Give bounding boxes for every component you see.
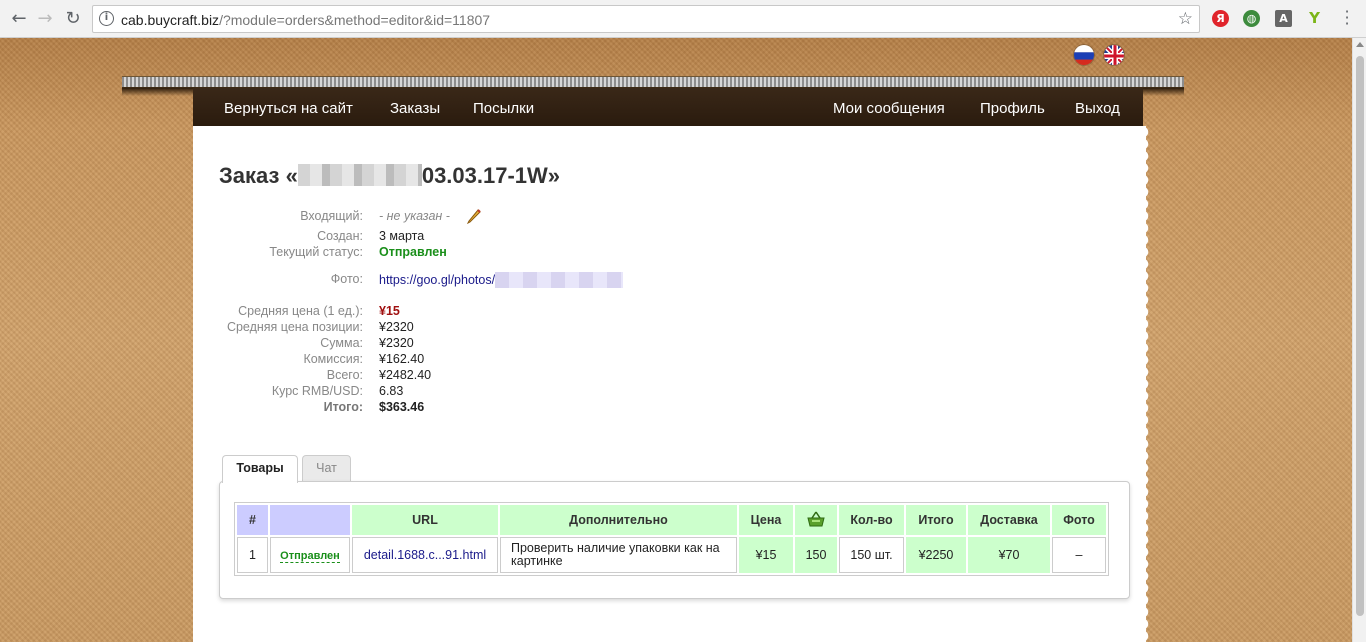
cell-url: detail.1688.c...91.html — [352, 537, 498, 573]
cell-delivery: ¥70 — [968, 537, 1050, 573]
photo-row: Фото: https://goo.gl/photos/ — [190, 272, 690, 288]
status-link[interactable]: Отправлен — [280, 550, 340, 563]
cell-price: ¥15 — [739, 537, 793, 573]
reload-icon[interactable]: ↻ — [62, 8, 84, 30]
header-qty: Кол-во — [839, 505, 904, 535]
scrollbar[interactable] — [1352, 38, 1366, 642]
title-prefix: Заказ « — [219, 163, 298, 188]
nav-back-to-site[interactable]: Вернуться на сайт — [224, 100, 353, 117]
nav-logout[interactable]: Выход — [1075, 100, 1120, 117]
avg-position-value: ¥2320 — [379, 320, 414, 334]
sum-label: Сумма: — [320, 336, 363, 350]
uk-flag-icon[interactable] — [1103, 44, 1125, 66]
header-price: Цена — [739, 505, 793, 535]
translate-extension-icon[interactable]: A — [1275, 10, 1292, 27]
nav-parcels[interactable]: Посылки — [473, 100, 534, 117]
scrollbar-thumb[interactable] — [1356, 56, 1364, 616]
order-items-table: # URL Дополнительно Цена Кол-во Итого До… — [234, 502, 1109, 576]
main-navigation: Вернуться на сайт Заказы Посылки Мои соо… — [193, 88, 1143, 126]
tab-goods[interactable]: Товары — [222, 455, 298, 483]
header-num: # — [237, 505, 268, 535]
info-icon[interactable]: i — [99, 11, 114, 26]
cell-extra: Проверить наличие упаковки как на картин… — [500, 537, 737, 573]
redacted-photo-id — [495, 272, 624, 288]
rate-label: Курс RMB/USD: — [271, 384, 363, 398]
back-arrow-icon[interactable]: ← — [8, 8, 30, 30]
grand-total-row: Итого: $363.46 — [190, 400, 690, 416]
globe-extension-icon[interactable]: ◍ — [1243, 10, 1260, 27]
header-photo: Фото — [1052, 505, 1106, 535]
redacted-order-name — [297, 164, 422, 186]
cell-total: ¥2250 — [906, 537, 966, 573]
total-value: ¥2482.40 — [379, 368, 432, 382]
page-title: Заказ « 03.03.17-1W» — [219, 163, 560, 189]
table-header-row: # URL Дополнительно Цена Кол-во Итого До… — [237, 505, 1106, 535]
zipper-decoration — [122, 76, 1184, 88]
address-url[interactable]: cab.buycraft.biz/?module=orders&method=e… — [121, 12, 490, 28]
header-delivery: Доставка — [968, 505, 1050, 535]
incoming-label: Входящий: — [300, 209, 363, 223]
header-total: Итого — [906, 505, 966, 535]
edit-pencil-icon[interactable] — [466, 208, 482, 224]
nav-orders[interactable]: Заказы — [390, 100, 440, 117]
rate-row: Курс RMB/USD: 6.83 — [190, 384, 690, 400]
avg-position-label: Средняя цена позиции: — [226, 320, 363, 334]
commission-label: Комиссия: — [303, 352, 363, 366]
created-value: 3 марта — [379, 229, 425, 243]
incoming-row: Входящий: - не указан - — [190, 209, 690, 225]
yandex-extension-icon[interactable]: Я — [1212, 10, 1229, 27]
created-label: Создан: — [317, 229, 363, 243]
russian-flag-icon[interactable] — [1073, 44, 1095, 66]
title-suffix: 03.03.17-1W» — [421, 163, 561, 188]
sum-row: Сумма: ¥2320 — [190, 336, 690, 352]
browser-toolbar: ← → ↻ i cab.buycraft.biz/?module=orders&… — [0, 0, 1366, 38]
sum-value: ¥2320 — [379, 336, 414, 350]
table-row: 1 Отправлен detail.1688.c...91.html Пров… — [237, 537, 1106, 573]
nav-profile[interactable]: Профиль — [980, 100, 1045, 117]
bookmark-star-icon[interactable]: ☆ — [1178, 9, 1193, 29]
grand-total-value: $363.46 — [379, 400, 425, 414]
avg-price-label: Средняя цена (1 ед.): — [238, 304, 363, 318]
header-basket — [795, 505, 837, 535]
torn-edge-decoration — [1143, 126, 1157, 642]
total-row: Всего: ¥2482.40 — [190, 368, 690, 384]
leaf-extension-icon[interactable]: Y — [1306, 10, 1323, 27]
browser-menu-icon[interactable]: · · · — [1343, 4, 1351, 32]
cell-photo: – — [1052, 537, 1106, 573]
created-row: Создан: 3 марта — [190, 229, 690, 245]
avg-position-row: Средняя цена позиции: ¥2320 — [190, 320, 690, 336]
nav-messages[interactable]: Мои сообщения — [833, 100, 945, 117]
avg-price-value: ¥15 — [379, 304, 400, 318]
status-label: Текущий статус: — [269, 245, 363, 259]
photo-label: Фото: — [330, 272, 363, 286]
avg-price-row: Средняя цена (1 ед.): ¥15 — [190, 304, 690, 320]
url-host: cab.buycraft.biz — [121, 12, 220, 28]
item-url-link[interactable]: detail.1688.c...91.html — [364, 548, 486, 562]
incoming-value: - не указан - — [379, 209, 450, 223]
cell-qty: 150 шт. — [839, 537, 904, 573]
header-url: URL — [352, 505, 498, 535]
cell-basket: 150 — [795, 537, 837, 573]
rate-value: 6.83 — [379, 384, 404, 398]
url-path: /?module=orders&method=editor&id=11807 — [219, 12, 491, 28]
status-row: Текущий статус: Отправлен — [190, 245, 690, 261]
forward-arrow-icon[interactable]: → — [34, 8, 56, 30]
tab-chat[interactable]: Чат — [302, 455, 351, 482]
address-bar[interactable]: i cab.buycraft.biz/?module=orders&method… — [92, 5, 1200, 33]
basket-icon — [807, 511, 825, 526]
total-label: Всего: — [326, 368, 363, 382]
commission-value: ¥162.40 — [379, 352, 425, 366]
header-status — [270, 505, 350, 535]
status-value: Отправлен — [379, 245, 447, 259]
header-extra: Дополнительно — [500, 505, 737, 535]
grand-total-label: Итого: — [323, 400, 363, 414]
cell-num: 1 — [237, 537, 268, 573]
photo-link[interactable]: https://goo.gl/photos/ — [379, 273, 495, 287]
commission-row: Комиссия: ¥162.40 — [190, 352, 690, 368]
cell-status: Отправлен — [270, 537, 350, 573]
scroll-up-icon[interactable] — [1356, 42, 1364, 47]
